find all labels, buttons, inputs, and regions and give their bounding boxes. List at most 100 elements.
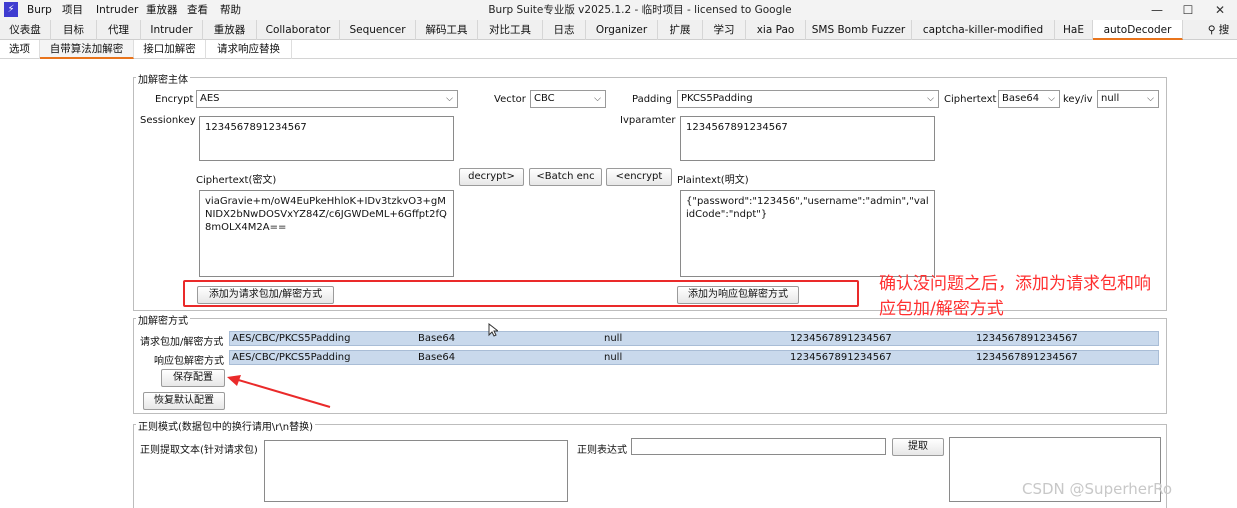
tab-captcha-killer[interactable]: captcha-killer-modified: [912, 20, 1055, 40]
tab-hae[interactable]: HaE: [1055, 20, 1093, 40]
encrypt-label: Encrypt: [155, 94, 194, 105]
menu-view[interactable]: 查看: [187, 2, 208, 18]
row-key: 1234567891234567: [790, 333, 892, 344]
chevron-down-icon: ⌵: [446, 94, 453, 104]
encrypt-select[interactable]: AES ⌵: [196, 90, 458, 108]
arrow-icon: [227, 375, 331, 408]
keyiv-value: null: [1101, 93, 1120, 104]
plaintext-area[interactable]: {"password":"123456","username":"admin",…: [680, 190, 935, 277]
mouse-cursor-icon: [488, 323, 498, 337]
plain-area-label: Plaintext(明文): [677, 175, 749, 186]
padding-label: Padding: [632, 94, 672, 105]
chevron-down-icon: ⌵: [927, 94, 934, 104]
row-format: Base64: [418, 352, 456, 363]
vector-value: CBC: [534, 93, 555, 104]
chevron-down-icon: ⌵: [1147, 94, 1154, 104]
menu-project[interactable]: 项目: [62, 2, 83, 18]
maximize-icon[interactable]: ☐: [1173, 0, 1203, 20]
burp-logo-icon: ⚡: [4, 2, 18, 17]
chevron-down-icon: ⌵: [594, 94, 601, 104]
iv-label: Ivparamter: [620, 115, 676, 126]
tab-logger[interactable]: 日志: [543, 20, 586, 40]
row-iv: 1234567891234567: [976, 352, 1078, 363]
vector-label: Vector: [494, 94, 526, 105]
keyiv-select[interactable]: null ⌵: [1097, 90, 1159, 108]
row-key: 1234567891234567: [790, 352, 892, 363]
subtab-options[interactable]: 选项: [0, 40, 40, 59]
tab-target[interactable]: 目标: [51, 20, 97, 40]
sessionkey-field[interactable]: 1234567891234567: [199, 116, 454, 161]
search-label: 搜: [1218, 24, 1230, 36]
menu-bar: ⚡ Burp 项目 Intruder 重放器 查看 帮助 Burp Suite专…: [0, 0, 1237, 20]
ciphertext-format-select[interactable]: Base64 ⌵: [998, 90, 1060, 108]
close-icon[interactable]: ✕: [1205, 0, 1235, 20]
watermark: CSDN @SuperherRo: [1022, 480, 1173, 498]
batch-enc-button[interactable]: <Batch enc: [529, 168, 602, 186]
row-format: Base64: [418, 333, 456, 344]
iv-field[interactable]: 1234567891234567: [680, 116, 935, 161]
subtab-replace[interactable]: 请求响应替换: [206, 40, 292, 59]
save-config-button[interactable]: 保存配置: [161, 369, 225, 387]
decrypt-button[interactable]: decrypt>: [459, 168, 524, 186]
extract-text-area[interactable]: [264, 440, 568, 502]
regex-expr-input[interactable]: [631, 438, 886, 455]
annotation-line-1: 确认没问题之后，添加为请求包和响: [879, 274, 1151, 294]
sessionkey-label: Sessionkey: [140, 115, 196, 126]
ciphertext-area[interactable]: viaGravie+m/oW4EuPkeHhloK+IDv3tzkvO3+gMN…: [199, 190, 454, 277]
tab-dashboard[interactable]: 仪表盘: [0, 20, 51, 40]
crypto-group-title: 加解密主体: [136, 71, 190, 86]
encrypt-value: AES: [200, 93, 220, 104]
tab-autodecoder[interactable]: autoDecoder: [1093, 20, 1183, 40]
ciphertext-format-value: Base64: [1002, 93, 1040, 104]
tab-sms-bomb-fuzzer[interactable]: SMS Bomb Fuzzer: [806, 20, 912, 40]
menu-help[interactable]: 帮助: [220, 2, 241, 18]
tab-comparer[interactable]: 对比工具: [478, 20, 543, 40]
search-icon[interactable]: ⚲ 搜: [1200, 20, 1237, 40]
subtab-api-crypto[interactable]: 接口加解密: [134, 40, 206, 59]
subtab-builtin-crypto[interactable]: 自带算法加解密: [40, 40, 134, 59]
padding-value: PKCS5Padding: [681, 93, 753, 104]
tab-collaborator[interactable]: Collaborator: [257, 20, 340, 40]
row-iv: 1234567891234567: [976, 333, 1078, 344]
tab-intruder[interactable]: Intruder: [141, 20, 203, 40]
tab-extensions[interactable]: 扩展: [658, 20, 703, 40]
response-method-label: 响应包解密方式: [154, 356, 224, 367]
method-group-title: 加解密方式: [136, 312, 190, 327]
response-method-row[interactable]: AES/CBC/PKCS5Padding Base64 null 1234567…: [229, 350, 1159, 365]
chevron-down-icon: ⌵: [1048, 94, 1055, 104]
highlight-box: [183, 280, 859, 307]
row-algo: AES/CBC/PKCS5Padding: [232, 352, 351, 363]
window-title: Burp Suite专业版 v2025.1.2 - 临时项目 - license…: [488, 4, 792, 16]
restore-default-button[interactable]: 恢复默认配置: [143, 392, 225, 410]
extract-button[interactable]: 提取: [892, 438, 944, 456]
tab-organizer[interactable]: Organizer: [586, 20, 658, 40]
regex-expr-label: 正则表达式: [577, 445, 627, 456]
encrypt-button[interactable]: <encrypt: [606, 168, 672, 186]
annotation-line-2: 应包加/解密方式: [879, 299, 1004, 319]
extract-text-label: 正则提取文本(针对请求包): [140, 445, 258, 456]
tab-learn[interactable]: 学习: [703, 20, 746, 40]
sub-tab-bar: 选项 自带算法加解密 接口加解密 请求响应替换: [0, 40, 1237, 59]
tab-decoder[interactable]: 解码工具: [416, 20, 478, 40]
minimize-icon[interactable]: —: [1142, 0, 1172, 20]
ciphertext-format-label: Ciphertext: [944, 94, 997, 105]
row-keyiv: null: [604, 333, 623, 344]
annotation-text: 确认没问题之后，添加为请求包和响 应包加/解密方式: [879, 272, 1229, 322]
menu-burp[interactable]: Burp: [27, 2, 52, 18]
menu-intruder[interactable]: Intruder: [96, 2, 138, 18]
row-algo: AES/CBC/PKCS5Padding: [232, 333, 351, 344]
cipher-area-label: Ciphertext(密文): [196, 175, 277, 186]
request-method-row[interactable]: AES/CBC/PKCS5Padding Base64 null 1234567…: [229, 331, 1159, 346]
regex-group-title: 正则模式(数据包中的换行请用\r\n替换): [136, 418, 315, 433]
main-tab-bar: 仪表盘 目标 代理 Intruder 重放器 Collaborator Sequ…: [0, 20, 1237, 40]
menu-repeater[interactable]: 重放器: [146, 2, 178, 18]
request-method-label: 请求包加/解密方式: [140, 337, 224, 348]
tab-xia-pao[interactable]: xia Pao: [746, 20, 806, 40]
tab-sequencer[interactable]: Sequencer: [340, 20, 416, 40]
keyiv-label: key/iv: [1063, 94, 1093, 105]
vector-select[interactable]: CBC ⌵: [530, 90, 606, 108]
tab-repeater[interactable]: 重放器: [203, 20, 257, 40]
padding-select[interactable]: PKCS5Padding ⌵: [677, 90, 939, 108]
tab-proxy[interactable]: 代理: [97, 20, 141, 40]
row-keyiv: null: [604, 352, 623, 363]
